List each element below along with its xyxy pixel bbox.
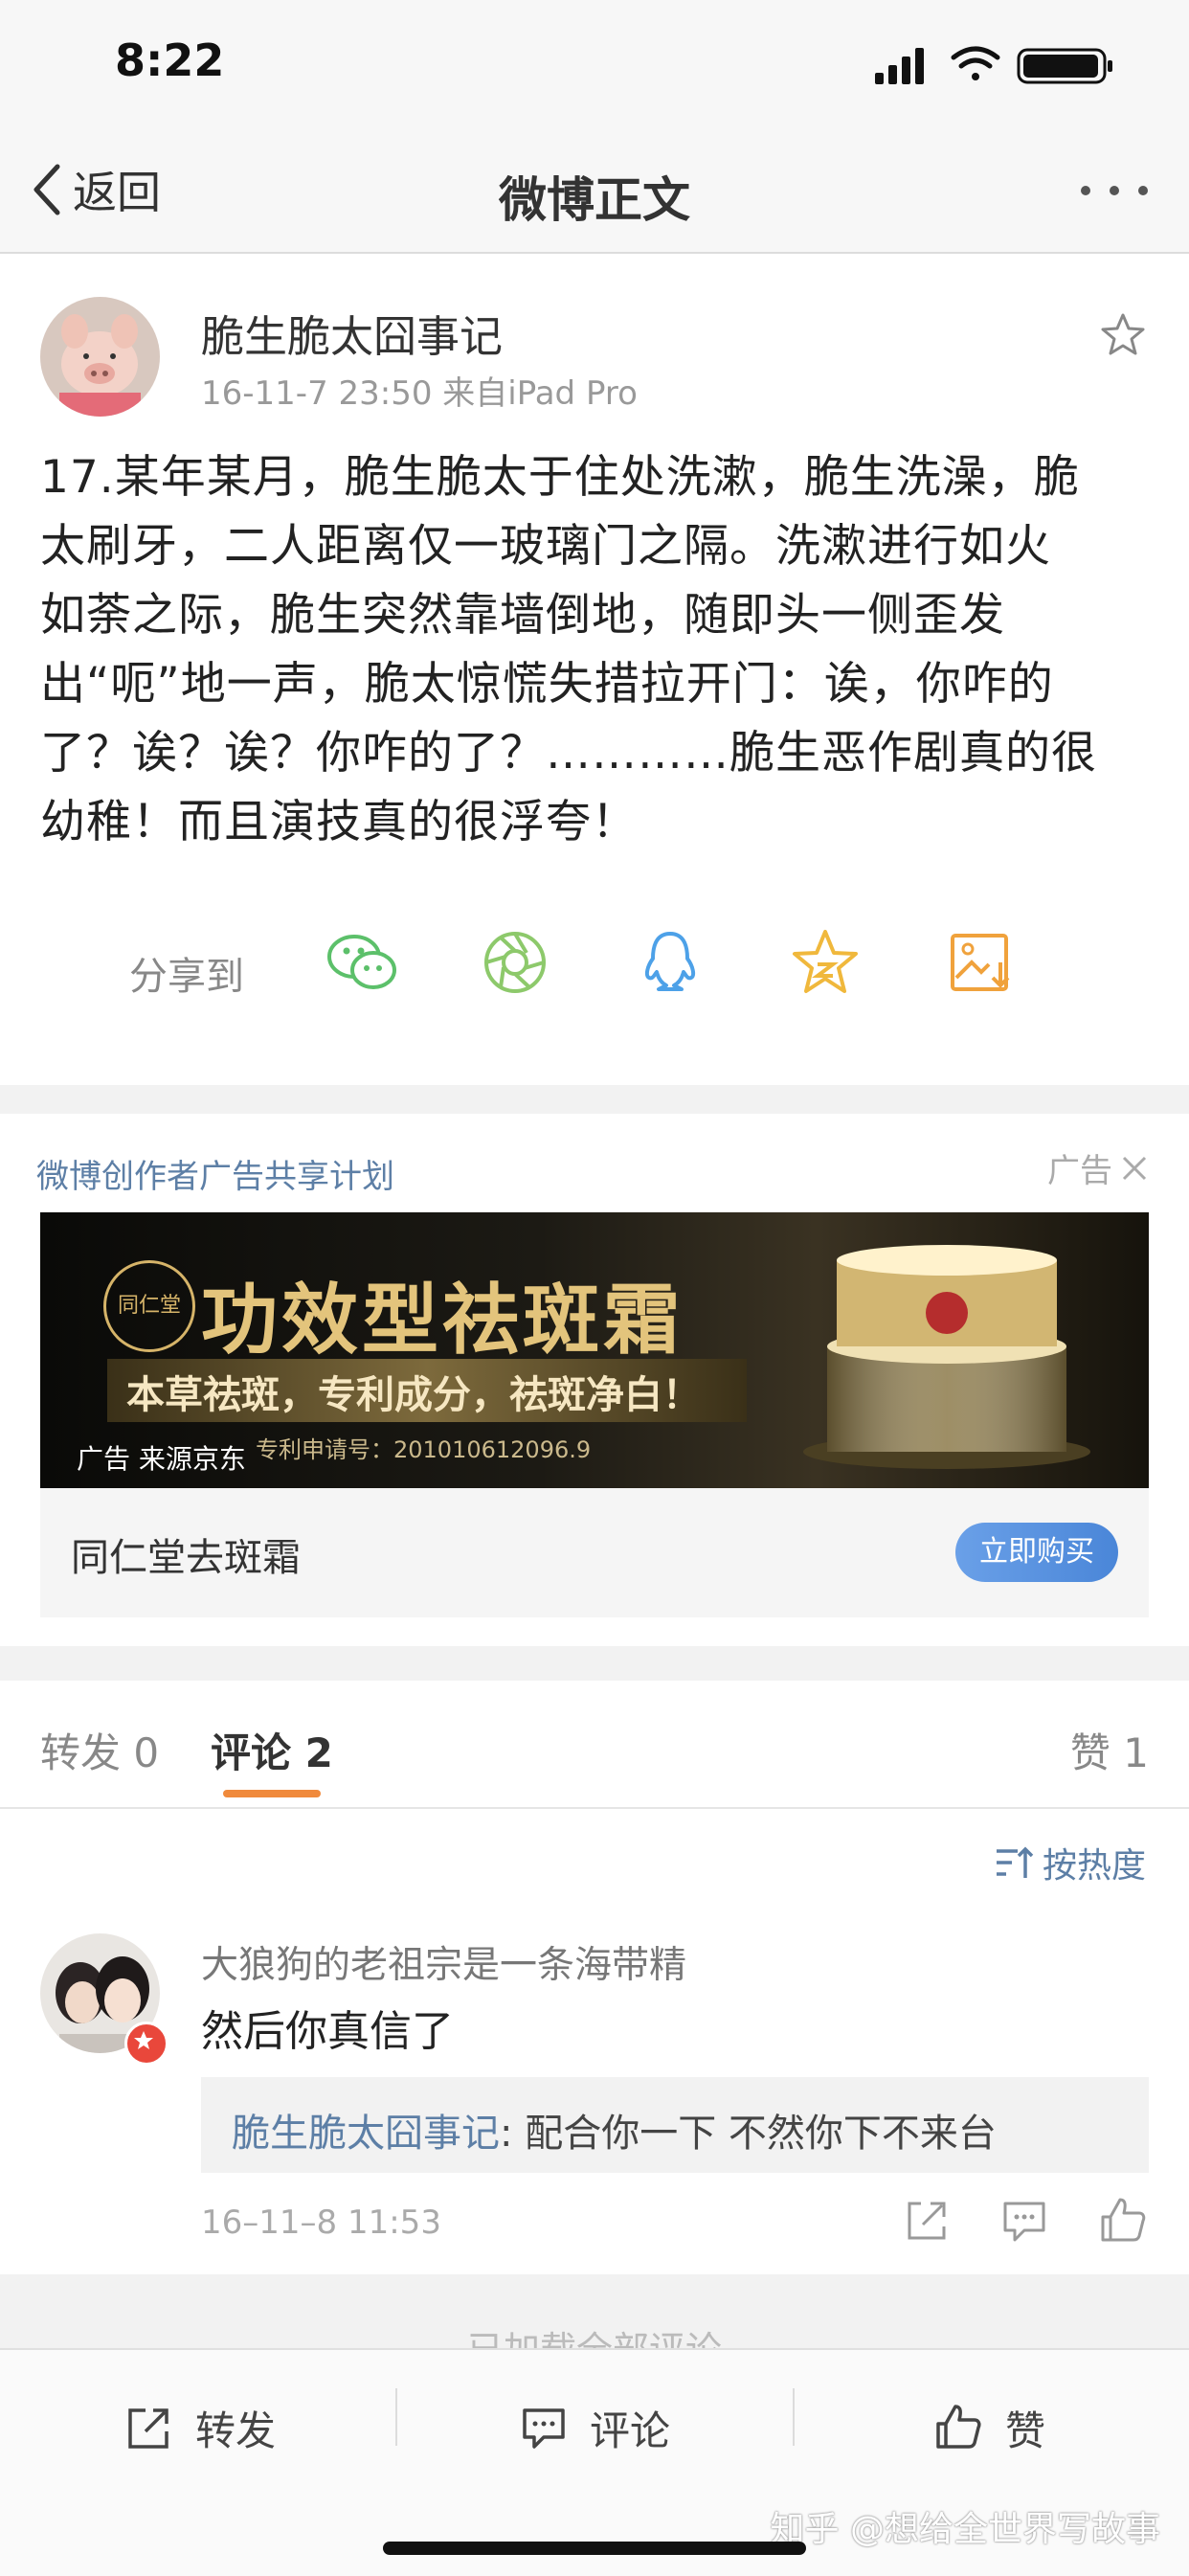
post-line: 太刷牙，二人距离仅一玻璃门之隔。洗漱进行如火 xyxy=(40,520,1051,573)
zhihu-watermark: 知乎 @想给全世界写故事 xyxy=(770,2510,1160,2549)
all-loaded-strip: 已加载全部评论 xyxy=(0,2274,1189,2351)
comment-time: 16–11–8 11:53 xyxy=(201,2203,441,2242)
thumbs-up-icon xyxy=(936,2405,981,2449)
post-line: 幼稚！而且演技真的很浮夸！ xyxy=(40,796,638,848)
battery-icon xyxy=(1017,48,1112,84)
wechat-icon[interactable] xyxy=(324,924,400,1001)
tab-like[interactable]: 赞 1 xyxy=(1070,1721,1149,1779)
more-icon[interactable] xyxy=(1078,181,1151,200)
wifi-icon xyxy=(951,46,1000,80)
post-meta: 16-11-7 23:50 来自iPad Pro xyxy=(201,374,638,413)
author-name[interactable]: 脆生脆太囧事记 xyxy=(201,302,503,364)
repost-icon xyxy=(128,2408,168,2449)
moments-icon[interactable] xyxy=(477,924,553,1001)
repost-icon[interactable] xyxy=(898,2192,955,2249)
favorite-star-icon[interactable] xyxy=(787,924,864,1001)
commenter-name[interactable]: 大狼狗的老祖宗是一条海带精 xyxy=(201,1935,686,1989)
ad-headline: 功效型祛斑霜 xyxy=(201,1276,684,1365)
post-card: 脆生脆太囧事记 16-11-7 23:50 来自iPad Pro 17.某年某月… xyxy=(0,254,1189,1085)
sort-icon xyxy=(996,1846,1034,1878)
ad-source: 广告 来源京东 xyxy=(77,1443,246,1475)
ad-card[interactable]: 微博创作者广告共享计划 广告 同仁堂 功效型祛斑霜 本草祛斑，专利成分，祛斑净白… xyxy=(0,1114,1189,1646)
nav-bar: 返回 微博正文 xyxy=(0,129,1189,254)
detail-tabs: 转发 0 评论 2 赞 1 xyxy=(0,1681,1189,1809)
comment-text: 然后你真信了 xyxy=(201,2007,454,2056)
comment-list: 按热度 大狼狗的老祖宗是一条海带精 然后你真信了 脆生脆太囧事记: 配合你一下 … xyxy=(0,1809,1189,2274)
status-time: 8:22 xyxy=(115,34,225,86)
reply-content: : 配合你一下 不然你下不来台 xyxy=(500,2112,997,2156)
author-avatar[interactable] xyxy=(40,297,160,417)
post-line: 17.某年某月，脆生脆太于住处洗漱，脆生洗澡，脆 xyxy=(40,451,1080,504)
toolbar-comment-label: 评论 xyxy=(590,2407,671,2454)
close-icon[interactable] xyxy=(1118,1152,1151,1185)
comment-icon xyxy=(523,2408,565,2449)
post-line: 如荼之际，脆生突然靠墙倒地，随即头一侧歪发 xyxy=(40,589,1005,642)
ad-banner[interactable]: 同仁堂 功效型祛斑霜 本草祛斑，专利成分，祛斑净白！ 专利申请号：2010106… xyxy=(40,1212,1149,1488)
all-loaded-label: 已加载全部评论 xyxy=(466,2329,722,2351)
share-label: 分享到 xyxy=(129,955,244,999)
tab-comment[interactable]: 评论 2 xyxy=(211,1721,333,1779)
post-line: 了？诶？诶？你咋的了？…………脆生恶作剧真的很 xyxy=(40,727,1097,780)
post-line: 出“呃”地一声，脆太惊慌失措拉开门：诶，你咋的 xyxy=(40,658,1054,711)
status-bar: 8:22 xyxy=(0,0,1189,129)
sort-button[interactable]: 按热度 xyxy=(993,1838,1146,1887)
reply-text: 脆生脆太囧事记: 配合你一下 不然你下不来台 xyxy=(232,2102,997,2158)
toolbar-repost-button[interactable]: 转发 xyxy=(124,2394,276,2461)
toolbar-divider xyxy=(395,2388,397,2446)
bottom-toolbar: 转发 评论 赞 知乎 @想给全世界写故事 xyxy=(0,2348,1189,2576)
thumbs-up-icon[interactable] xyxy=(1093,2192,1151,2249)
page-title: 微博正文 xyxy=(499,172,690,228)
qq-icon[interactable] xyxy=(632,924,708,1001)
post-text: 17.某年某月，脆生脆太于住处洗漱，脆生洗澡，脆 太刷牙，二人距离仅一玻璃门之隔… xyxy=(40,443,1160,857)
toolbar-like-label: 赞 xyxy=(1005,2407,1046,2454)
cream-jar-image xyxy=(803,1245,1090,1469)
signal-icon xyxy=(875,48,924,84)
seal-text: 同仁堂 xyxy=(117,1294,181,1318)
ad-product-name: 同仁堂去斑霜 xyxy=(71,1536,301,1580)
sort-label: 按热度 xyxy=(1042,1846,1146,1886)
toolbar-comment-button[interactable]: 评论 xyxy=(519,2394,670,2461)
ad-footer[interactable]: 同仁堂去斑霜 立即购买 xyxy=(40,1488,1149,1617)
toolbar-like-button[interactable]: 赞 xyxy=(934,2394,1045,2461)
comment-reply[interactable]: 脆生脆太囧事记: 配合你一下 不然你下不来台 xyxy=(201,2077,1149,2173)
brand-seal: 同仁堂 xyxy=(103,1260,195,1352)
ad-slogan: 本草祛斑，专利成分，祛斑净白！ xyxy=(126,1373,701,1417)
buy-now-button[interactable]: 立即购买 xyxy=(955,1523,1118,1582)
toolbar-divider xyxy=(793,2388,795,2446)
tab-repost[interactable]: 转发 0 xyxy=(40,1721,159,1779)
active-tab-indicator xyxy=(223,1790,321,1797)
ad-program-label[interactable]: 微博创作者广告共享计划 xyxy=(36,1150,394,1197)
ad-patent: 专利申请号：201010612096.9 xyxy=(256,1436,592,1463)
status-icons xyxy=(875,46,1112,84)
home-indicator[interactable] xyxy=(383,2542,806,2555)
ad-tag-label: 广告 xyxy=(1047,1152,1112,1190)
toolbar-repost-label: 转发 xyxy=(195,2407,277,2454)
favorite-star-outline-icon[interactable] xyxy=(1099,311,1147,359)
save-image-icon[interactable] xyxy=(943,924,1020,1001)
reply-author[interactable]: 脆生脆太囧事记 xyxy=(232,2112,500,2156)
ad-tag[interactable]: 广告 xyxy=(1047,1144,1151,1191)
vip-badge-icon xyxy=(124,2022,168,2066)
comment-icon[interactable] xyxy=(996,2192,1053,2249)
